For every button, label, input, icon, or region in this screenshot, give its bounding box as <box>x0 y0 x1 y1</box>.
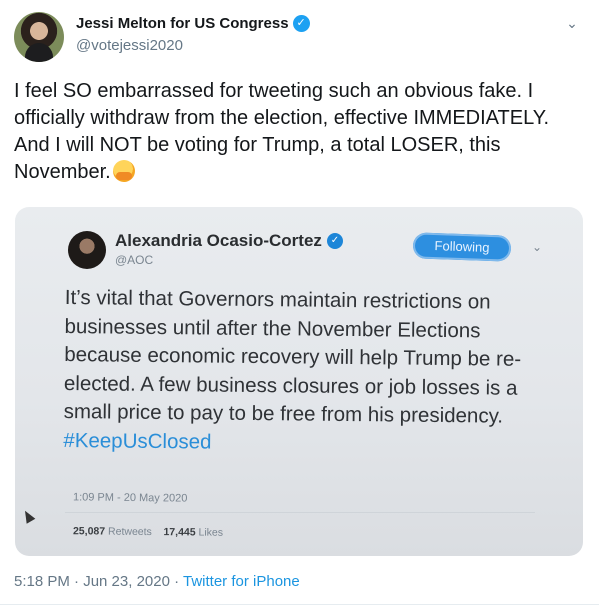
embedded-chevron-down-icon: ⌄ <box>532 240 543 254</box>
embedded-timestamp: 1:09 PM - 20 May 2020 <box>72 491 188 505</box>
embedded-tweet-text: It’s vital that Governors maintain restr… <box>63 284 535 460</box>
mouse-cursor-icon <box>20 508 36 524</box>
embedded-handle: @AOC <box>115 253 154 267</box>
tweet-footer: 5:18 PM · Jun 23, 2020 · Twitter for iPh… <box>14 573 300 590</box>
author-handle[interactable]: @votejessi2020 <box>76 37 183 54</box>
tweet-timestamp[interactable]: 5:18 PM · Jun 23, 2020 · <box>14 573 183 590</box>
embedded-author-name: Alexandria Ocasio-Cortez <box>115 231 322 250</box>
embedded-divider <box>65 512 535 513</box>
embedded-likes-label: Likes <box>198 526 224 539</box>
author-name-row: Jessi Melton for US Congress ✓ <box>76 15 310 32</box>
chevron-down-icon[interactable]: ⌄ <box>563 14 581 32</box>
embedded-retweets-label: Retweets <box>107 525 152 539</box>
embedded-verified-badge-icon: ✓ <box>326 233 343 249</box>
author-name[interactable]: Jessi Melton for US Congress <box>76 15 289 32</box>
hugging-face-emoji-icon <box>112 160 135 182</box>
embedded-stats: 25,087 Retweets 17,445 Likes <box>73 525 223 539</box>
tweet-text: I feel SO embarrassed for tweeting such … <box>14 78 584 186</box>
embedded-following-button: Following <box>412 232 512 262</box>
embedded-retweets-count: 25,087 <box>72 525 106 538</box>
tweet-media-image[interactable]: Alexandria Ocasio-Cortez ✓ @AOC Followin… <box>15 207 583 556</box>
embedded-body: It’s vital that Governors maintain restr… <box>63 285 522 428</box>
tweet-body: I feel SO embarrassed for tweeting such … <box>14 80 550 183</box>
divider <box>0 604 599 605</box>
verified-badge-icon: ✓ <box>292 15 310 32</box>
embedded-name-row: Alexandria Ocasio-Cortez ✓ <box>115 231 343 251</box>
tweet-source-link[interactable]: Twitter for iPhone <box>183 573 300 590</box>
embedded-hashtag: #KeepUsClosed <box>63 428 212 454</box>
embedded-avatar <box>68 231 106 269</box>
embedded-likes-count: 17,445 <box>163 526 196 539</box>
author-avatar[interactable] <box>14 12 64 62</box>
